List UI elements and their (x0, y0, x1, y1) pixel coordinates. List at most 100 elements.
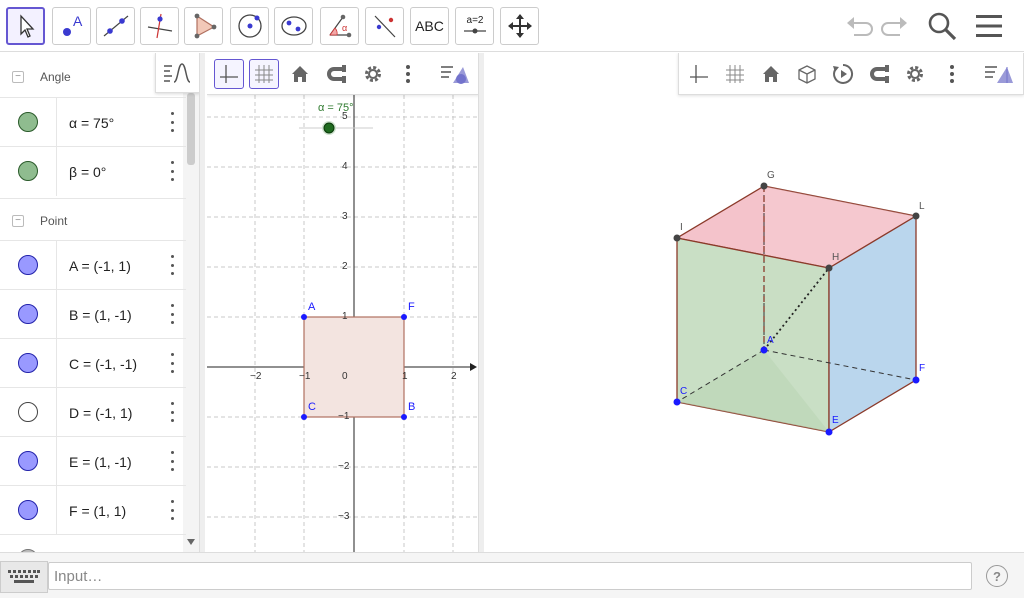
algebra-scrollbar[interactable] (187, 93, 195, 165)
graphics-2d-canvas[interactable] (207, 53, 479, 552)
standard-view-3d-button[interactable] (756, 59, 786, 89)
x-tick-label: −2 (250, 371, 262, 382)
item-menu-icon[interactable] (166, 253, 178, 277)
rotate-view-button[interactable] (828, 59, 858, 89)
slider-tool-button[interactable]: a=2 (455, 7, 494, 45)
item-menu-icon[interactable] (166, 351, 178, 375)
vertex-e[interactable] (825, 428, 833, 436)
graphics-3d-settings-button[interactable] (900, 59, 930, 89)
item-menu-icon[interactable] (166, 400, 178, 424)
group-header-point[interactable]: − Point (0, 198, 186, 242)
toggle-grid-button[interactable] (249, 59, 279, 89)
visibility-marble[interactable] (18, 112, 38, 132)
vertex-l[interactable] (912, 212, 920, 220)
y-tick-label: −3 (338, 511, 350, 522)
view-divider[interactable] (200, 53, 205, 552)
conic-tool-button[interactable] (274, 7, 313, 45)
input-help-button[interactable]: ? (986, 565, 1008, 587)
visibility-marble[interactable] (18, 500, 38, 520)
move-tool-button[interactable] (6, 7, 45, 45)
circle-tool-button[interactable] (230, 7, 269, 45)
move-arrows-icon (507, 14, 532, 38)
point-capturing-button[interactable] (321, 59, 351, 89)
algebra-item-point-c[interactable]: C = (-1, -1) (0, 338, 186, 388)
perpendicular-line-tool-button[interactable] (140, 7, 179, 45)
clipping-box-button[interactable] (792, 59, 822, 89)
slider-icon: a=2 (463, 15, 486, 34)
visibility-marble[interactable] (18, 255, 38, 275)
vertex-g[interactable] (760, 182, 768, 190)
more-options-3d-button[interactable] (937, 59, 967, 89)
vertex-c[interactable] (673, 398, 681, 406)
main-menu-button[interactable] (972, 10, 1006, 42)
algebra-style-button[interactable] (155, 53, 199, 93)
point-capturing-3d-button[interactable] (864, 59, 894, 89)
redo-button[interactable] (878, 10, 912, 42)
text-tool-button[interactable]: ABC (410, 7, 449, 45)
undo-button[interactable] (842, 10, 876, 42)
toggle-axes-button[interactable] (214, 59, 244, 89)
standard-view-button[interactable] (285, 59, 315, 89)
algebra-item-point-e[interactable]: E = (1, -1) (0, 436, 186, 486)
visibility-marble[interactable] (18, 353, 38, 373)
item-menu-icon[interactable] (166, 302, 178, 326)
point-b[interactable] (401, 414, 407, 420)
polygon-tool-button[interactable] (184, 7, 223, 45)
algebra-item-beta[interactable]: β = 0° (0, 146, 186, 196)
virtual-keyboard-button[interactable] (0, 561, 48, 593)
svg-text:a=2: a=2 (466, 15, 483, 26)
point-a[interactable] (301, 314, 307, 320)
visibility-marble[interactable] (18, 402, 38, 422)
collapse-icon[interactable]: − (12, 214, 24, 227)
style-bar-3d-toggle-button[interactable] (981, 59, 1017, 89)
item-menu-icon[interactable] (166, 498, 178, 522)
graphics-settings-button[interactable] (358, 59, 388, 89)
algebra-item-point-a[interactable]: A = (-1, 1) (0, 240, 186, 290)
style-bar-toggle-button[interactable] (437, 59, 473, 89)
reflect-tool-button[interactable] (365, 7, 404, 45)
toggle-grid-3d-button[interactable] (720, 59, 750, 89)
input-field[interactable] (48, 562, 972, 590)
point-c[interactable] (301, 414, 307, 420)
home-icon (292, 66, 308, 82)
more-options-button[interactable] (393, 59, 423, 89)
collapse-icon[interactable]: − (12, 71, 24, 83)
visibility-marble[interactable] (18, 161, 38, 181)
item-menu-icon[interactable] (166, 159, 178, 183)
scroll-down-icon[interactable] (187, 539, 195, 545)
algebra-item-point-f[interactable]: F = (1, 1) (0, 485, 186, 535)
toggle-axes-3d-button[interactable] (684, 59, 714, 89)
vertex-a[interactable] (760, 346, 768, 354)
y-tick-label: 4 (342, 161, 348, 172)
move-graphics-tool-button[interactable] (500, 7, 539, 45)
vertex-label-e: E (832, 415, 839, 426)
algebra-item-point-d[interactable]: D = (-1, 1) (0, 387, 186, 437)
cube-box-icon (798, 65, 816, 84)
visibility-marble[interactable] (18, 451, 38, 471)
vertex-h[interactable] (825, 264, 833, 272)
vertex-f[interactable] (912, 376, 920, 384)
graphics-view-3d[interactable]: G L I H A F C E (486, 53, 1024, 552)
graphics-view-2d[interactable]: α = 75° A F C B −2 −1 0 1 2 5 4 3 2 1 −1… (207, 53, 479, 552)
point-f[interactable] (401, 314, 407, 320)
line-through-points-icon (103, 15, 128, 37)
visibility-marble[interactable] (18, 304, 38, 324)
algebra-item-point-b[interactable]: B = (1, -1) (0, 289, 186, 339)
angle-tool-button[interactable]: α (320, 7, 359, 45)
more-vertical-icon (406, 65, 410, 83)
circle-center-point-icon (237, 14, 262, 38)
search-button[interactable] (925, 10, 959, 42)
line-tool-button[interactable] (96, 7, 135, 45)
item-menu-icon[interactable] (166, 110, 178, 134)
item-menu-icon[interactable] (166, 449, 178, 473)
graphics-3d-canvas[interactable] (486, 53, 1024, 552)
view-divider[interactable] (479, 53, 484, 552)
algebra-item-alpha[interactable]: α = 75° (0, 97, 186, 147)
point-tool-button[interactable]: A (52, 7, 91, 45)
square-polygon[interactable] (303, 316, 405, 418)
magnet-icon (870, 65, 889, 83)
vertex-label-h: H (832, 252, 840, 263)
algebra-item-partial[interactable] (0, 534, 186, 552)
vertex-i[interactable] (673, 234, 681, 242)
alpha-slider-handle[interactable] (323, 122, 335, 134)
